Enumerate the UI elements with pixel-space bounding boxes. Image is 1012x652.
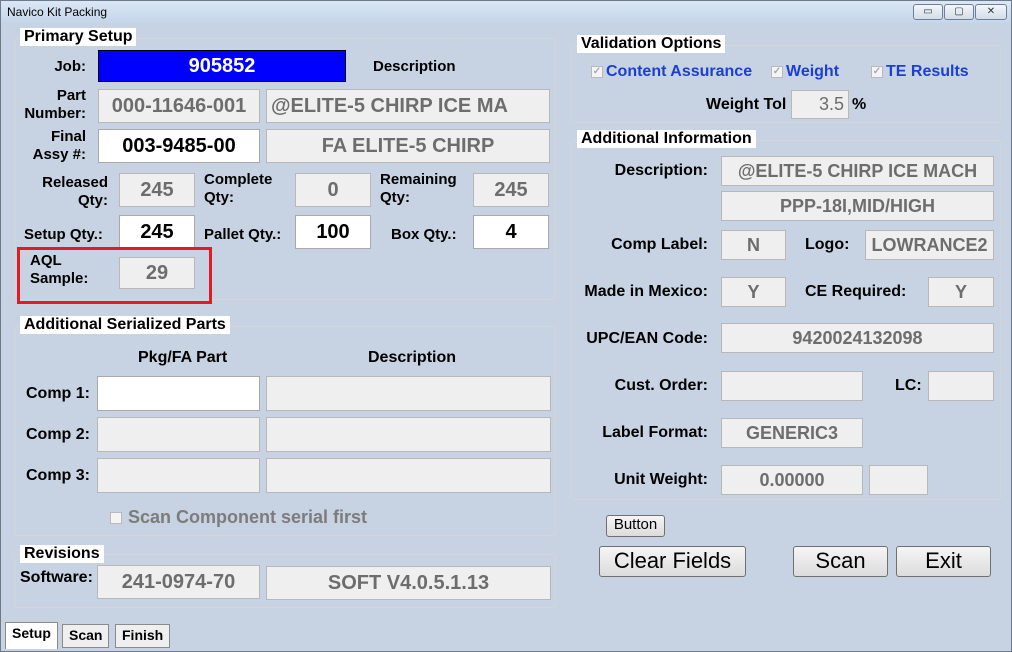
title-bar: Navico Kit Packing ▭ ▢ ✕	[1, 1, 1011, 23]
ce-required-field[interactable]: Y	[928, 277, 994, 307]
check-icon: ✓	[771, 65, 783, 78]
part-description-field[interactable]: @ELITE-5 CHIRP ICE MA	[266, 89, 550, 123]
complete-qty-label: Complete Qty:	[204, 171, 273, 206]
pallet-qty-field[interactable]: 100	[295, 215, 371, 249]
minimize-icon[interactable]: ▭	[913, 4, 943, 20]
made-in-mexico-field[interactable]: Y	[721, 277, 786, 307]
clear-fields-button[interactable]: Clear Fields	[599, 546, 746, 577]
info-description-field-2[interactable]: PPP-18I,MID/HIGH	[721, 191, 994, 221]
part-number-label: Part Number:	[24, 87, 86, 122]
remaining-qty-label: Remaining Qty:	[380, 171, 457, 206]
tab-setup[interactable]: Setup	[5, 622, 58, 649]
upc-field[interactable]: 9420024132098	[721, 323, 994, 353]
part-number-field[interactable]: 000-11646-001	[98, 89, 260, 123]
upc-label: UPC/EAN Code:	[586, 330, 708, 347]
additional-parts-title: Additional Serialized Parts	[20, 316, 230, 334]
complete-qty-field[interactable]: 0	[295, 173, 371, 207]
close-icon[interactable]: ✕	[975, 4, 1007, 20]
comp2-part-field[interactable]	[97, 417, 260, 452]
comp-label-label: Comp Label:	[611, 236, 708, 253]
comp3-label: Comp 3:	[26, 467, 90, 484]
box-qty-field[interactable]: 4	[473, 215, 549, 249]
lc-field[interactable]	[928, 371, 994, 401]
check-icon: ✓	[871, 65, 883, 78]
revisions-title: Revisions	[20, 545, 104, 563]
job-label: Job:	[54, 58, 86, 75]
cust-order-label: Cust. Order:	[614, 377, 708, 394]
aql-sample-label: AQL Sample:	[30, 252, 89, 287]
box-qty-label: Box Qty.:	[391, 226, 457, 243]
ce-required-label: CE Required:	[805, 283, 907, 300]
pkg-fa-part-header: Pkg/FA Part	[138, 349, 228, 366]
comp1-label: Comp 1:	[26, 385, 90, 402]
tab-scan[interactable]: Scan	[62, 624, 110, 648]
final-assy-description-field[interactable]: FA ELITE-5 CHIRP	[266, 129, 550, 163]
info-description-field[interactable]: @ELITE-5 CHIRP ICE MACH	[721, 156, 994, 186]
comp2-description-field[interactable]	[266, 417, 551, 452]
scan-component-label: Scan Component serial first	[128, 507, 368, 527]
made-in-mexico-label: Made in Mexico:	[584, 283, 708, 300]
comp1-description-field[interactable]	[266, 376, 551, 411]
description-header: Description	[373, 58, 456, 75]
label-format-field[interactable]: GENERIC3	[721, 418, 863, 448]
job-field[interactable]: 905852	[98, 50, 346, 82]
comp3-part-field[interactable]	[97, 458, 260, 493]
unit-weight-label: Unit Weight:	[614, 471, 708, 488]
unit-weight-extra-field[interactable]	[869, 465, 928, 495]
label-format-label: Label Format:	[602, 424, 708, 441]
weight-tol-label: Weight Tol	[706, 96, 787, 113]
scan-component-checkbox[interactable]: Scan Component serial first	[110, 507, 367, 528]
maximize-icon[interactable]: ▢	[944, 4, 974, 20]
comp-label-field[interactable]: N	[721, 230, 786, 260]
comp2-label: Comp 2:	[26, 426, 90, 443]
weight-tol-unit: %	[852, 96, 867, 113]
tab-finish[interactable]: Finish	[115, 624, 171, 648]
software-label: Software:	[20, 569, 93, 586]
generic-button[interactable]: Button	[606, 515, 665, 537]
pallet-qty-label: Pallet Qty.:	[204, 226, 282, 243]
content-assurance-checkbox[interactable]: ✓ Content Assurance	[591, 63, 752, 81]
content-assurance-label: Content Assurance	[606, 63, 753, 80]
comp3-description-field[interactable]	[266, 458, 551, 493]
setup-qty-field[interactable]: 245	[119, 215, 195, 249]
software-description-field[interactable]: SOFT V4.0.5.1.13	[266, 566, 551, 600]
setup-qty-label: Setup Qty.:	[24, 226, 103, 243]
released-qty-label: Released Qty:	[42, 174, 108, 209]
primary-setup-title: Primary Setup	[20, 28, 137, 46]
logo-label: Logo:	[805, 236, 850, 253]
comp1-part-field[interactable]	[97, 376, 260, 411]
logo-field[interactable]: LOWRANCE2	[865, 230, 994, 260]
released-qty-field[interactable]: 245	[119, 173, 195, 207]
cust-order-field[interactable]	[721, 371, 863, 401]
info-description-label: Description:	[614, 162, 708, 179]
scan-button[interactable]: Scan	[793, 546, 888, 577]
remaining-qty-field[interactable]: 245	[473, 173, 549, 207]
final-assy-label: Final Assy #:	[32, 128, 86, 163]
parts-description-header: Description	[368, 349, 457, 366]
te-results-label: TE Results	[886, 63, 969, 80]
lc-label: LC:	[895, 377, 922, 394]
weight-checkbox[interactable]: ✓ Weight	[771, 63, 839, 81]
additional-info-title: Additional Information	[577, 130, 756, 148]
aql-sample-field[interactable]: 29	[119, 257, 195, 289]
checkbox-icon	[110, 512, 122, 525]
unit-weight-field[interactable]: 0.00000	[721, 465, 863, 495]
validation-options-title: Validation Options	[577, 35, 726, 53]
check-icon: ✓	[591, 65, 603, 78]
te-results-checkbox[interactable]: ✓ TE Results	[871, 63, 969, 81]
exit-button[interactable]: Exit	[896, 546, 991, 577]
software-field[interactable]: 241-0974-70	[97, 565, 260, 599]
weight-tol-field[interactable]: 3.5	[791, 90, 849, 119]
window-title: Navico Kit Packing	[7, 5, 108, 19]
final-assy-field[interactable]: 003-9485-00	[98, 129, 260, 163]
weight-label: Weight	[786, 63, 840, 80]
